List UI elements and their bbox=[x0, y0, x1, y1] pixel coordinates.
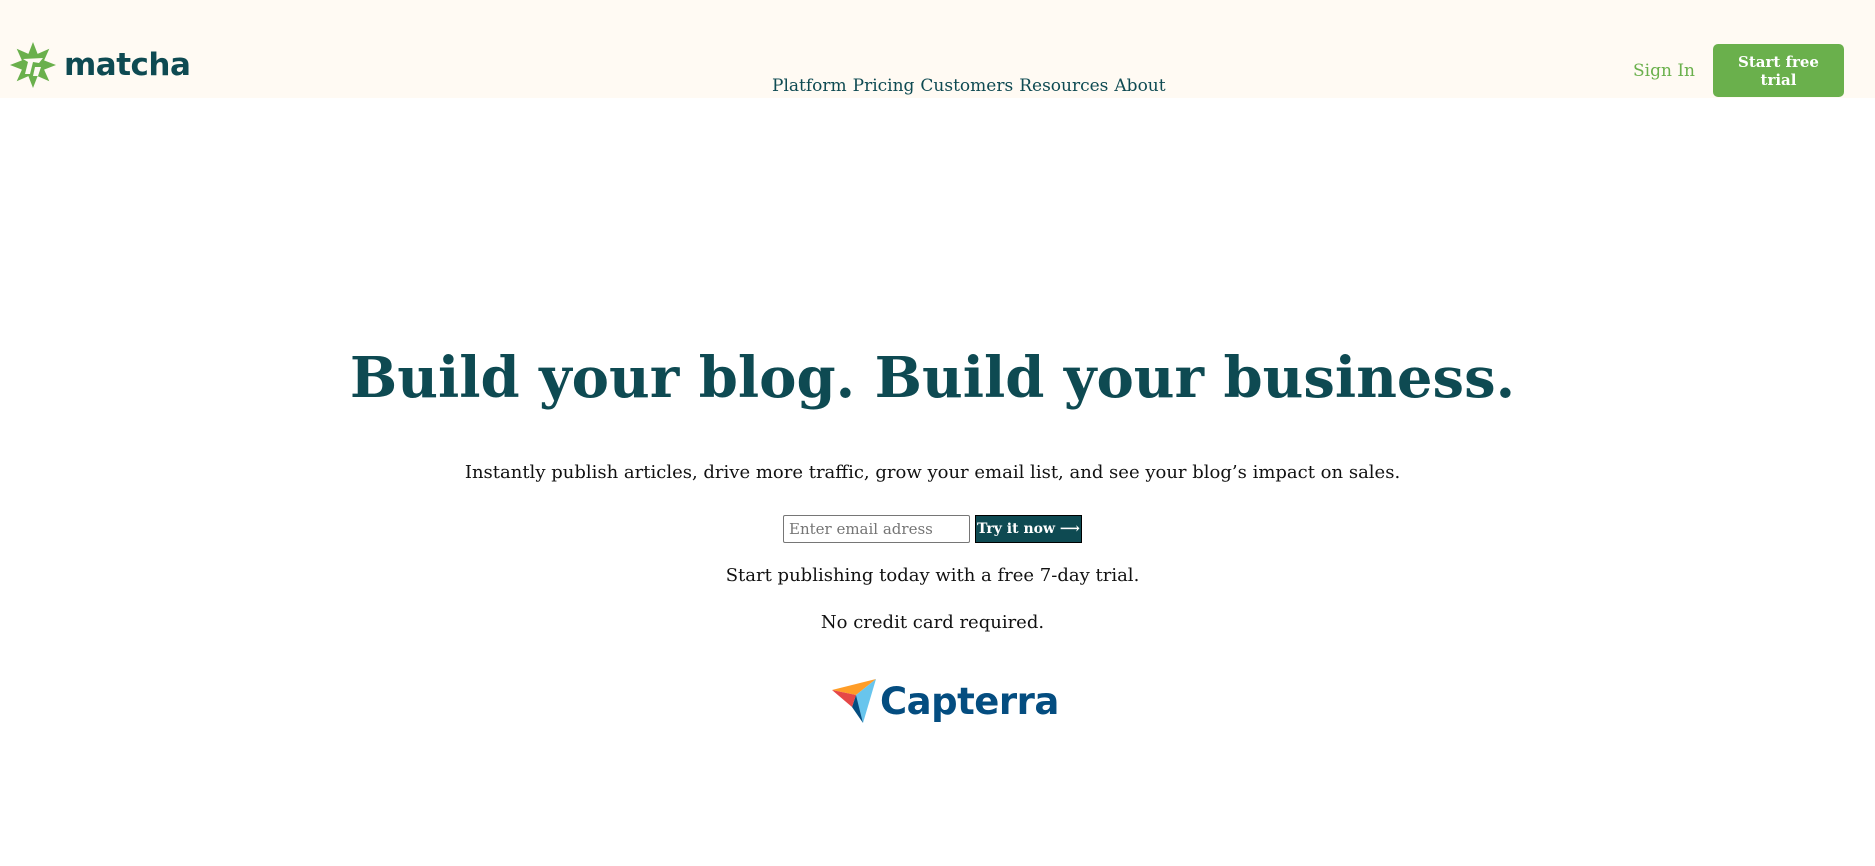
nav-item-platform[interactable]: Platform bbox=[772, 78, 847, 95]
capterra-arrow-icon bbox=[832, 679, 876, 723]
trial-note: Start publishing today with a free 7-day… bbox=[725, 565, 1140, 586]
brand-name: matcha bbox=[64, 46, 191, 83]
start-free-trial-button[interactable]: Start free trial bbox=[1713, 44, 1844, 97]
email-input[interactable] bbox=[783, 515, 970, 543]
hero-subtitle: Instantly publish articles, drive more t… bbox=[464, 462, 1401, 483]
site-header: matcha Platform Pricing Customers Resour… bbox=[0, 0, 1875, 98]
hero-title: Build your blog. Build your business. bbox=[349, 345, 1516, 411]
try-it-now-button[interactable]: Try it now ⟶ bbox=[975, 515, 1082, 543]
nav-item-customers[interactable]: Customers bbox=[920, 78, 1013, 95]
matcha-star-icon bbox=[10, 42, 56, 88]
main-nav: Platform Pricing Customers Resources Abo… bbox=[772, 78, 1166, 95]
nav-item-pricing[interactable]: Pricing bbox=[853, 78, 915, 95]
capterra-badge[interactable]: Capterra bbox=[832, 677, 1059, 725]
no-credit-card-note: No credit card required. bbox=[820, 612, 1045, 633]
matcha-logo[interactable]: matcha bbox=[8, 40, 191, 90]
capterra-wordmark: Capterra bbox=[880, 679, 1059, 723]
nav-item-about[interactable]: About bbox=[1114, 78, 1165, 95]
sign-in-link[interactable]: Sign In bbox=[1633, 61, 1695, 81]
nav-item-resources[interactable]: Resources bbox=[1019, 78, 1108, 95]
